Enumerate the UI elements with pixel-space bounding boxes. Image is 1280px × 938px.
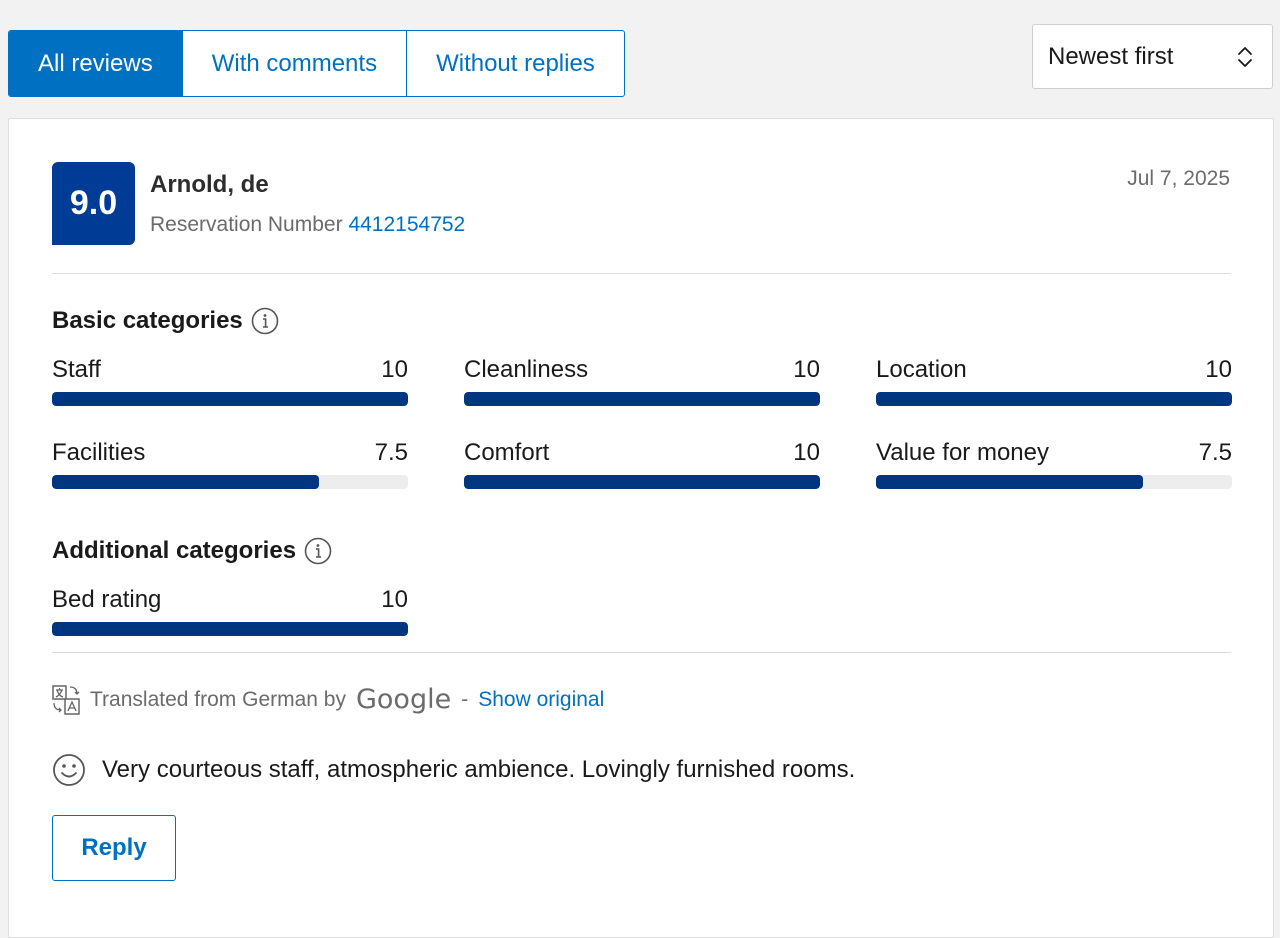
reservation-info: Reservation Number 4412154752 xyxy=(150,213,465,237)
smiley-icon xyxy=(53,754,85,786)
review-date: Jul 7, 2025 xyxy=(1127,167,1230,190)
category-score: 10 xyxy=(381,586,408,613)
translation-separator: - xyxy=(461,687,469,711)
category-score: 10 xyxy=(381,356,408,383)
category-score: 7.5 xyxy=(374,439,408,466)
category-staff: Staff 10 xyxy=(52,356,408,416)
category-name: Staff xyxy=(52,356,101,383)
sort-select[interactable]: Newest first xyxy=(1032,24,1273,89)
category-cleanliness: Cleanliness 10 xyxy=(464,356,820,416)
category-bar xyxy=(464,392,820,406)
category-value-for-money: Value for money 7.5 xyxy=(876,439,1232,499)
show-original-link[interactable]: Show original xyxy=(478,688,604,712)
category-bar xyxy=(52,392,408,406)
category-name: Location xyxy=(876,356,967,383)
category-bar xyxy=(876,475,1232,489)
sort-select-value: Newest first xyxy=(1048,42,1174,70)
category-comfort: Comfort 10 xyxy=(464,439,820,499)
category-name: Bed rating xyxy=(52,586,162,613)
review-card: 9.0 Arnold, de Reservation Number 441215… xyxy=(8,118,1274,938)
category-bar xyxy=(464,475,820,489)
header-divider xyxy=(52,273,1231,274)
categories-divider xyxy=(52,652,1231,653)
category-bar-fill xyxy=(52,392,408,406)
category-bar-fill xyxy=(52,622,408,636)
info-icon[interactable] xyxy=(251,307,279,335)
category-bar-fill xyxy=(52,475,319,489)
category-bar-fill xyxy=(464,475,820,489)
additional-categories-heading: Additional categories xyxy=(52,537,332,565)
review-score-badge: 9.0 xyxy=(52,162,135,245)
tab-all-reviews[interactable]: All reviews xyxy=(9,31,183,96)
basic-categories-heading: Basic categories xyxy=(52,307,279,335)
reply-button[interactable]: Reply xyxy=(52,815,176,881)
category-score: 7.5 xyxy=(1198,439,1232,466)
category-name: Cleanliness xyxy=(464,356,589,383)
additional-categories-title: Additional categories xyxy=(52,537,297,564)
category-name: Value for money xyxy=(876,439,1049,466)
category-bar-fill xyxy=(464,392,820,406)
category-score: 10 xyxy=(793,439,820,466)
basic-categories-title: Basic categories xyxy=(52,307,243,334)
category-name: Facilities xyxy=(52,439,146,466)
review-comment: Very courteous staff, atmospheric ambien… xyxy=(52,753,855,787)
category-bed-rating: Bed rating 10 xyxy=(52,586,408,646)
filter-bar: All reviews With comments Without replie… xyxy=(0,0,1280,110)
category-bar xyxy=(876,392,1232,406)
translation-text: Translated from German by xyxy=(90,687,346,711)
category-score: 10 xyxy=(793,356,820,383)
reservation-number-link[interactable]: 4412154752 xyxy=(348,213,465,236)
category-name: Comfort xyxy=(464,439,550,466)
category-bar-fill xyxy=(876,392,1232,406)
category-facilities: Facilities 7.5 xyxy=(52,439,408,499)
chevron-updown-icon xyxy=(1238,47,1252,67)
category-score: 10 xyxy=(1205,356,1232,383)
category-bar-fill xyxy=(876,475,1143,489)
translate-icon xyxy=(52,684,80,715)
google-logo: Google xyxy=(355,684,452,715)
review-comment-text: Very courteous staff, atmospheric ambien… xyxy=(102,756,856,783)
reviewer-name: Arnold, de xyxy=(150,171,269,198)
review-filter-tabs: All reviews With comments Without replie… xyxy=(8,30,625,97)
category-bar xyxy=(52,475,408,489)
category-location: Location 10 xyxy=(876,356,1232,416)
info-icon[interactable] xyxy=(304,537,332,565)
reservation-label: Reservation Number xyxy=(150,213,343,236)
tab-without-replies[interactable]: Without replies xyxy=(407,31,624,96)
translation-note: Translated from German by Google - Show … xyxy=(52,684,604,715)
category-bar xyxy=(52,622,408,636)
tab-with-comments[interactable]: With comments xyxy=(183,31,408,96)
